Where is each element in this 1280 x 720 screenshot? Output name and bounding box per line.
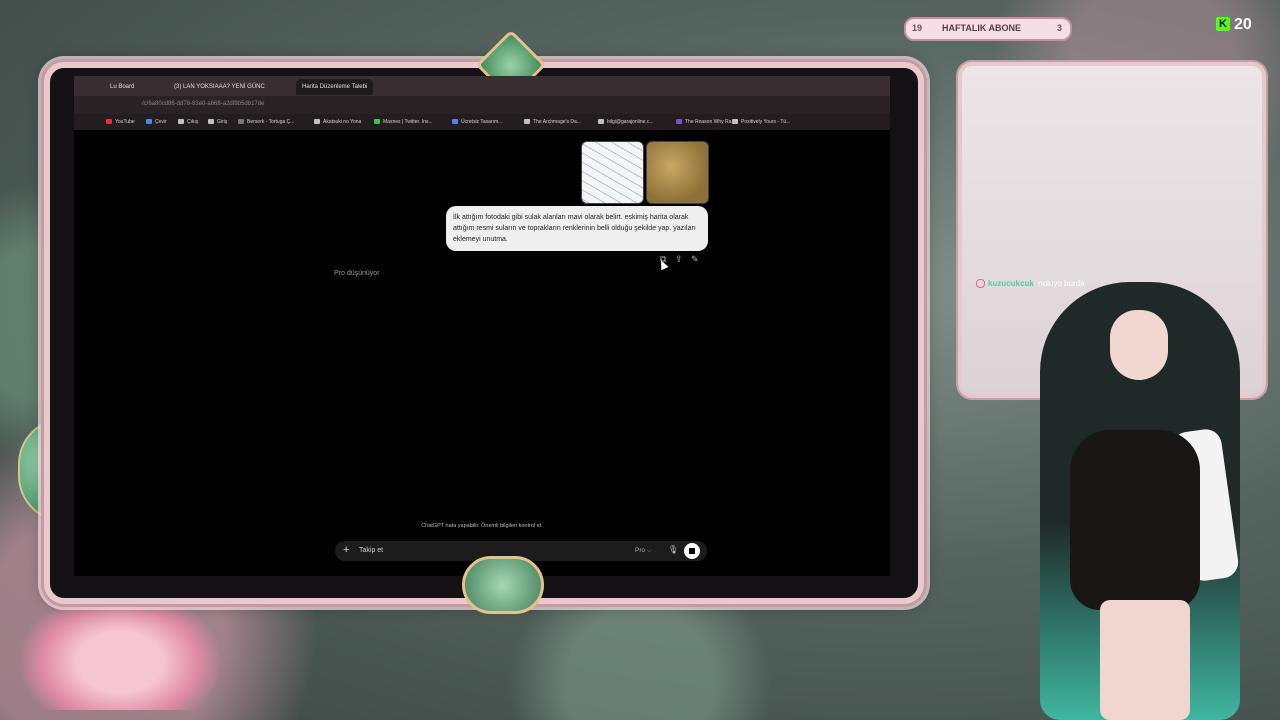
plus-icon[interactable]: + <box>343 544 349 556</box>
subs-left-count: 19 <box>912 23 923 33</box>
kick-count: 20 <box>1234 16 1252 33</box>
bookmark-favicon-icon <box>208 119 214 125</box>
bookmark-label: Maxnes | Twitter. Ins... <box>383 119 433 125</box>
bookmark-label: The Archmage's Da... <box>533 119 581 125</box>
bookmark-item[interactable]: Çıkış <box>178 119 198 125</box>
kick-counter: K 20 <box>1216 16 1252 34</box>
bookmark-item[interactable]: YouTube <box>106 119 135 125</box>
disclaimer-text: ChatGPT hata yapabilir. Önemli bilgileri… <box>421 523 543 529</box>
share-icon[interactable]: ⇪ <box>675 254 683 264</box>
subs-title: HAFTALIK ABONE <box>942 23 1021 33</box>
bookmark-favicon-icon <box>106 119 112 125</box>
bookmark-item[interactable]: Giriş <box>208 119 227 125</box>
edit-icon[interactable]: ✎ <box>691 254 699 264</box>
bookmark-favicon-icon <box>452 119 458 125</box>
bookmark-item[interactable]: Maxnes | Twitter. Ins... <box>374 119 433 125</box>
tab-harita[interactable]: Harita Düzenleme Talebi <box>296 79 374 95</box>
stop-button[interactable] <box>684 543 700 559</box>
bookmark-favicon-icon <box>146 119 152 125</box>
vtuber-avatar-dress <box>1070 430 1200 610</box>
tab-bar: Lu Board (3) LAN YOKSIAAA? YENİ GÜNC Har… <box>74 76 890 96</box>
bookmark-label: bilgi@garajonline.c... <box>607 119 654 125</box>
uploaded-image-map-sketch[interactable] <box>581 141 644 204</box>
bookmarks-bar: YouTube Çevir Çıkış Giriş Berserk - Tortuga … <box>74 114 890 130</box>
bookmark-item[interactable]: Positively Yours - Tü... <box>732 119 790 125</box>
bookmark-favicon-icon <box>676 119 682 125</box>
bookmark-label: Positively Yours - Tü... <box>741 119 791 125</box>
user-message-bubble: İlk attığım fotodaki gibi sulak alanları… <box>446 206 708 251</box>
bookmark-item[interactable]: Akatsuki no Yona <box>314 119 361 125</box>
chat-text: : noluyo burda <box>1033 279 1085 288</box>
bookmark-item[interactable]: Ücretsiz Tasarım... <box>452 119 502 125</box>
badge-icon <box>976 279 985 289</box>
tab-board[interactable]: Lu Board <box>110 79 134 95</box>
weekly-subs-widget: 19 HAFTALIK ABONE 3 <box>904 17 1072 41</box>
chat-message: kuzucukcuk: noluyo burda <box>976 279 1085 289</box>
chat-content: İlk attığım fotodaki gibi sulak alanları… <box>74 130 890 576</box>
lotus-decoration <box>20 590 220 710</box>
chat-username: kuzucukcuk <box>988 279 1034 288</box>
browser-window: Lu Board (3) LAN YOKSIAAA? YENİ GÜNC Har… <box>74 76 890 576</box>
address-bar[interactable]: /c/6a80cd86-dd78-83e0-a668-a2df8b5db17de <box>74 96 890 114</box>
bookmark-item[interactable]: bilgi@garajonline.c... <box>598 119 654 125</box>
tab-video[interactable]: (3) LAN YOKSIAAA? YENİ GÜNC <box>174 79 265 95</box>
model-selector[interactable]: Pro ⌵ <box>635 547 652 555</box>
subs-right-count: 3 <box>1056 23 1062 33</box>
thinking-status: Pro düşünüyor <box>334 270 380 277</box>
vtuber-avatar-legs <box>1100 600 1190 720</box>
bookmark-label: Çevir <box>155 119 167 125</box>
bookmark-favicon-icon <box>238 119 244 125</box>
bookmark-item[interactable]: Berserk - Tortuga Ç... <box>238 119 294 125</box>
bookmark-label: YouTube <box>115 119 135 125</box>
bookmark-item[interactable]: Çevir <box>146 119 167 125</box>
bookmark-favicon-icon <box>314 119 320 125</box>
bookmark-item[interactable]: The Reason Why Ra... <box>676 119 736 125</box>
bookmark-favicon-icon <box>178 119 184 125</box>
bookmark-favicon-icon <box>524 119 530 125</box>
uploaded-image-old-map[interactable] <box>646 141 709 204</box>
url-text[interactable]: /c/6a80cd86-dd78-83e0-a668-a2df8b5db17de <box>142 101 264 107</box>
bookmark-item[interactable]: The Archmage's Da... <box>524 119 581 125</box>
bookmark-label: Akatsuki no Yona <box>323 119 362 125</box>
kick-icon: K <box>1216 17 1230 31</box>
bookmark-label: Çıkış <box>187 119 199 125</box>
vtuber-avatar-face <box>1110 310 1168 380</box>
composer-input[interactable]: Takip et <box>359 547 383 554</box>
jade-medallion-bottom <box>462 556 544 614</box>
mic-icon[interactable]: 🎙 <box>668 545 678 554</box>
bookmark-favicon-icon <box>732 119 738 125</box>
bookmark-label: The Reason Why Ra... <box>685 119 736 125</box>
bookmark-favicon-icon <box>598 119 604 125</box>
bookmark-favicon-icon <box>374 119 380 125</box>
stop-icon <box>689 548 695 554</box>
bookmark-label: Ücretsiz Tasarım... <box>461 119 503 125</box>
bookmark-label: Berserk - Tortuga Ç... <box>247 119 295 125</box>
bookmark-label: Giriş <box>217 119 228 125</box>
